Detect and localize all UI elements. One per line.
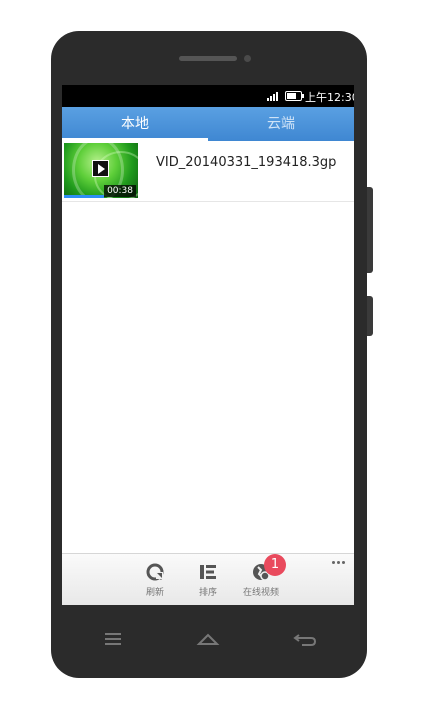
sort-button[interactable]: 排序 xyxy=(185,561,231,603)
tab-local[interactable]: 本地 xyxy=(62,107,208,141)
sort-icon xyxy=(200,565,216,579)
app-screen: 上午12:30 本地 云端 00:38 VID_20140331_193418.… xyxy=(62,85,354,605)
volume-button xyxy=(367,187,373,273)
battery-icon xyxy=(285,91,304,101)
more-dots-icon[interactable] xyxy=(332,560,348,566)
video-duration: 00:38 xyxy=(104,185,136,197)
phone-nav-bar xyxy=(0,605,422,675)
signal-bars-icon xyxy=(267,92,278,101)
back-icon[interactable] xyxy=(290,629,320,649)
video-filename: VID_20140331_193418.3gp xyxy=(156,155,337,170)
status-time: 上午12:30 xyxy=(305,91,354,104)
tab-bar: 本地 云端 xyxy=(62,107,354,141)
list-item[interactable]: 00:38 VID_20140331_193418.3gp xyxy=(62,141,354,202)
power-button xyxy=(367,296,373,336)
front-camera xyxy=(244,55,251,62)
status-bar: 上午12:30 xyxy=(62,85,354,107)
play-icon xyxy=(92,160,109,177)
bottom-toolbar: 刷新 排序 在线视频 1 xyxy=(62,553,354,605)
sort-label: 排序 xyxy=(198,588,217,598)
notification-badge: 1 xyxy=(264,554,286,576)
video-list: 00:38 VID_20140331_193418.3gp xyxy=(62,141,354,202)
refresh-label: 刷新 xyxy=(145,588,164,598)
earpiece-speaker xyxy=(179,56,237,61)
home-icon[interactable] xyxy=(193,629,223,649)
refresh-button[interactable]: 刷新 xyxy=(132,561,178,603)
online-video-label: 在线视频 xyxy=(242,588,279,598)
tab-cloud[interactable]: 云端 xyxy=(208,107,354,141)
video-thumbnail[interactable]: 00:38 xyxy=(64,143,138,198)
watch-progress-bar xyxy=(64,195,104,198)
menu-icon[interactable] xyxy=(98,629,128,649)
refresh-icon xyxy=(146,563,164,581)
